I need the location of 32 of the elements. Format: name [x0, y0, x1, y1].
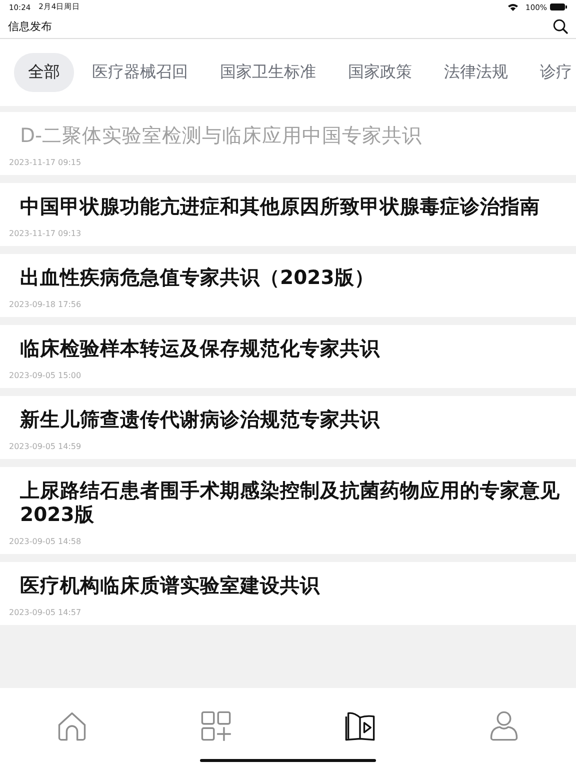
category-tab[interactable]: 全部: [14, 53, 74, 92]
article-card[interactable]: 上尿路结石患者围手术期感染控制及抗菌药物应用的专家意见2023版 2023-09-05 14:58: [0, 467, 576, 554]
wifi-icon: [508, 3, 518, 11]
article-date: 2023-09-05 14:58: [9, 537, 82, 546]
article-card[interactable]: 出血性疾病危急值专家共识（2023版） 2023-09-18 17:56: [0, 254, 576, 317]
article-card[interactable]: 医疗机构临床质谱实验室建设共识 2023-09-05 14:57: [0, 562, 576, 625]
article-title: 新生儿筛查遗传代谢病诊治规范专家共识: [20, 408, 381, 432]
article-card[interactable]: 新生儿筛查遗传代谢病诊治规范专家共识 2023-09-05 14:59: [0, 396, 576, 459]
article-date: 2023-11-17 09:13: [9, 229, 82, 238]
grid-plus-icon[interactable]: [199, 709, 233, 743]
search-icon[interactable]: [553, 18, 568, 34]
book-play-icon[interactable]: [343, 709, 377, 743]
article-title: D-二聚体实验室检测与临床应用中国专家共识: [20, 124, 424, 148]
article-title: 上尿路结石患者围手术期感染控制及抗菌药物应用的专家意见2023版: [20, 479, 561, 527]
article-date: 2023-09-18 17:56: [9, 300, 82, 309]
article-date: 2023-11-17 09:15: [9, 158, 82, 167]
category-tab[interactable]: 国家卫生标准: [206, 53, 330, 92]
category-tab[interactable]: 诊疗: [526, 53, 576, 92]
category-tab[interactable]: 法律法规: [430, 53, 522, 92]
article-title: 医疗机构临床质谱实验室建设共识: [20, 574, 321, 598]
article-date: 2023-09-05 14:59: [9, 442, 82, 451]
article-card[interactable]: 临床检验样本转运及保存规范化专家共识 2023-09-05 15:00: [0, 325, 576, 388]
article-title: 中国甲状腺功能亢进症和其他原因所致甲状腺毒症诊治指南: [20, 195, 541, 219]
battery-icon: [550, 3, 567, 11]
article-card[interactable]: 中国甲状腺功能亢进症和其他原因所致甲状腺毒症诊治指南 2023-11-17 09:13: [0, 183, 576, 246]
category-tab[interactable]: 医疗器械召回: [78, 53, 202, 92]
article-date: 2023-09-05 15:00: [9, 371, 82, 380]
article-date: 2023-09-05 14:57: [9, 608, 82, 617]
article-title: 临床检验样本转运及保存规范化专家共识: [20, 337, 381, 361]
article-title: 出血性疾病危急值专家共识（2023版）: [20, 266, 376, 290]
category-tab[interactable]: 国家政策: [334, 53, 426, 92]
page-title: 信息发布: [8, 18, 53, 34]
